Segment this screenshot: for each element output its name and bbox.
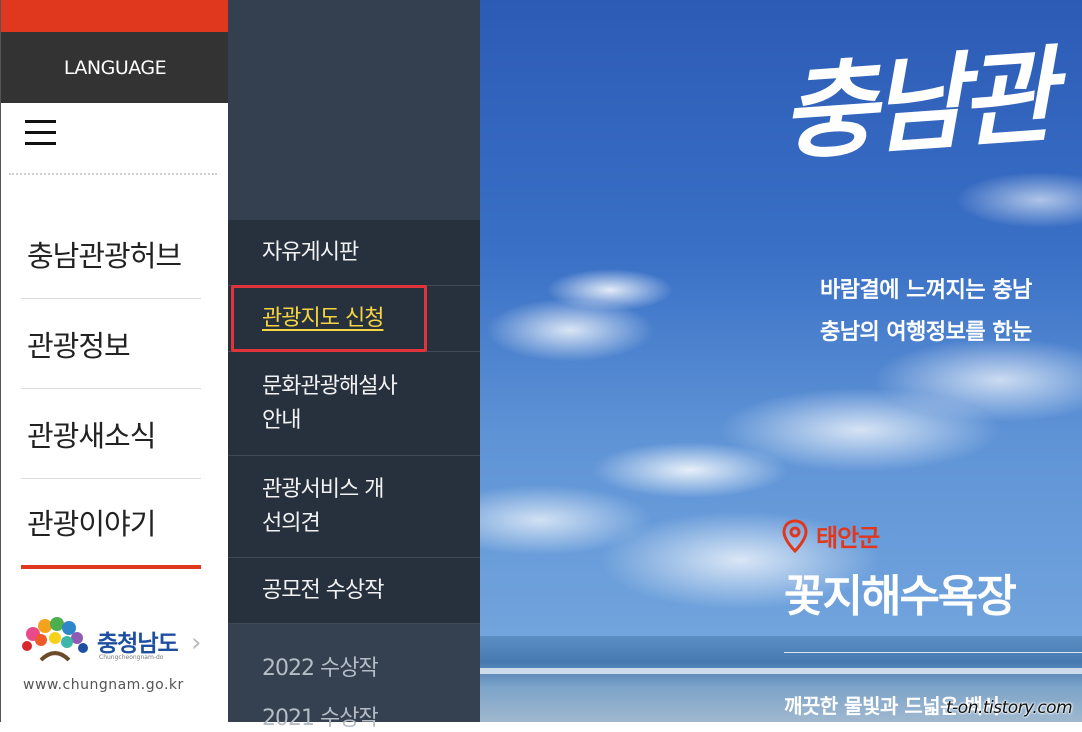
language-button[interactable]: LANGUAGE xyxy=(1,32,229,103)
place-divider xyxy=(784,652,1082,653)
nav-item-tourism-news[interactable]: 관광새소식 xyxy=(21,389,201,479)
location-text: 태안군 xyxy=(816,524,880,552)
hero-banner: 충남관 바람결에 느껴지는 충남 충남의 여행정보를 한눈 태안군 꽃지해수욕장… xyxy=(480,0,1082,722)
submenu-item-guide-info[interactable]: 문화관광해설사 안내 xyxy=(228,352,480,456)
logo-subtitle: Chungcheongnam-do xyxy=(99,654,164,661)
submenu-subitem-2021[interactable]: 2021 수상작 xyxy=(262,700,379,732)
wave-line xyxy=(480,668,1082,674)
chevron-right-icon: › xyxy=(191,628,202,658)
submenu-item-label: 문화관광해설사 안내 xyxy=(262,373,398,433)
chungnam-logo-link[interactable]: 충청남도 Chungcheongnam-do › xyxy=(19,616,219,666)
nav-item-tourism-info[interactable]: 관광정보 xyxy=(21,299,201,389)
watermark: t-on.tistory.com xyxy=(946,698,1073,718)
submenu-item-contest-winners[interactable]: 공모전 수상작 xyxy=(228,558,480,624)
hamburger-icon[interactable] xyxy=(25,120,57,150)
left-sidebar: LANGUAGE 충남관광허브 관광정보 관광새소식 관광이야기 충청남도 Ch… xyxy=(0,0,229,722)
logo-name: 충청남도 xyxy=(97,631,179,657)
submenu-item-service-feedback[interactable]: 관광서비스 개선의견 xyxy=(228,456,480,558)
chungnam-logo-icon xyxy=(22,617,88,662)
submenu-subitem-2022[interactable]: 2022 수상작 xyxy=(262,650,379,682)
submenu-top-area xyxy=(228,0,480,220)
highlight-annotation-box xyxy=(231,285,427,352)
submenu-item-label: 관광서비스 개선의견 xyxy=(262,476,384,536)
location-label: 태안군 xyxy=(782,518,880,553)
nav-item-tourism-hub[interactable]: 충남관광허브 xyxy=(21,209,201,299)
top-accent-bar xyxy=(1,0,229,32)
submenu-item-label: 공모전 수상작 xyxy=(262,577,384,603)
hero-subtitle-line1: 바람결에 느껴지는 충남 xyxy=(820,278,1032,303)
nav-item-tourism-stories[interactable]: 관광이야기 xyxy=(21,479,201,569)
place-title: 꽃지해수욕장 xyxy=(784,571,1017,622)
hero-title: 충남관 xyxy=(776,34,1054,176)
logo-url: www.chungnam.go.kr xyxy=(23,677,184,693)
submenu-item-label: 자유게시판 xyxy=(262,239,359,265)
map-pin-icon xyxy=(782,518,808,553)
hero-subtitle-line2: 충남의 여행정보를 한눈 xyxy=(820,320,1032,345)
submenu-item-free-board[interactable]: 자유게시판 xyxy=(228,220,480,286)
divider xyxy=(9,173,217,175)
